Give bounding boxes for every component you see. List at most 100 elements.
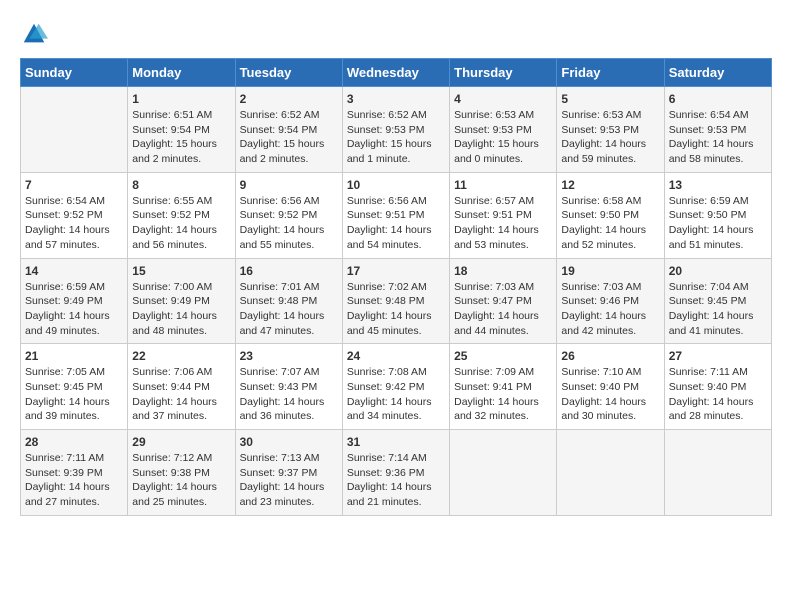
calendar-cell: 29Sunrise: 7:12 AMSunset: 9:38 PMDayligh… [128, 430, 235, 516]
day-detail: Sunrise: 6:53 AMSunset: 9:53 PMDaylight:… [561, 108, 659, 167]
day-of-week-header: Thursday [450, 59, 557, 87]
page-header [20, 20, 772, 48]
day-number: 2 [240, 92, 338, 106]
calendar-cell [664, 430, 771, 516]
calendar-body: 1 Sunrise: 6:51 AMSunset: 9:54 PMDaylight… [21, 87, 772, 516]
day-detail: Sunrise: 6:52 AMSunset: 9:53 PMDaylight:… [347, 108, 445, 167]
day-number: 9 [240, 178, 338, 192]
day-detail: Sunrise: 6:54 AMSunset: 9:52 PMDaylight:… [25, 194, 123, 253]
day-detail: Sunrise: 7:13 AMSunset: 9:37 PMDaylight:… [240, 451, 338, 510]
day-of-week-header: Saturday [664, 59, 771, 87]
day-detail: Sunrise: 6:51 AMSunset: 9:54 PMDaylight:… [132, 108, 230, 167]
day-detail: Sunrise: 6:59 AMSunset: 9:49 PMDaylight:… [25, 280, 123, 339]
day-number: 3 [347, 92, 445, 106]
day-number: 6 [669, 92, 767, 106]
calendar-cell: 16Sunrise: 7:01 AMSunset: 9:48 PMDayligh… [235, 258, 342, 344]
day-detail: Sunrise: 6:52 AMSunset: 9:54 PMDaylight:… [240, 108, 338, 167]
calendar-cell: 1 Sunrise: 6:51 AMSunset: 9:54 PMDaylight… [128, 87, 235, 173]
day-detail: Sunrise: 6:56 AMSunset: 9:51 PMDaylight:… [347, 194, 445, 253]
calendar-cell: 13Sunrise: 6:59 AMSunset: 9:50 PMDayligh… [664, 172, 771, 258]
day-number: 5 [561, 92, 659, 106]
day-detail: Sunrise: 7:12 AMSunset: 9:38 PMDaylight:… [132, 451, 230, 510]
calendar-cell: 15 Sunrise: 7:00 AMSunset: 9:49 PMDayligh… [128, 258, 235, 344]
day-number: 21 [25, 349, 123, 363]
day-number: 11 [454, 178, 552, 192]
calendar-cell: 12 Sunrise: 6:58 AMSunset: 9:50 PMDayligh… [557, 172, 664, 258]
header-row: SundayMondayTuesdayWednesdayThursdayFrid… [21, 59, 772, 87]
day-number: 26 [561, 349, 659, 363]
day-number: 8 [132, 178, 230, 192]
day-detail: Sunrise: 6:54 AMSunset: 9:53 PMDaylight:… [669, 108, 767, 167]
day-detail: Sunrise: 7:03 AMSunset: 9:47 PMDaylight:… [454, 280, 552, 339]
calendar-cell: 11 Sunrise: 6:57 AMSunset: 9:51 PMDayligh… [450, 172, 557, 258]
calendar-cell: 5 Sunrise: 6:53 AMSunset: 9:53 PMDaylight… [557, 87, 664, 173]
calendar-cell: 21 Sunrise: 7:05 AMSunset: 9:45 PMDayligh… [21, 344, 128, 430]
logo [20, 20, 52, 48]
day-detail: Sunrise: 7:03 AMSunset: 9:46 PMDaylight:… [561, 280, 659, 339]
calendar-cell: 14Sunrise: 6:59 AMSunset: 9:49 PMDayligh… [21, 258, 128, 344]
day-number: 7 [25, 178, 123, 192]
day-detail: Sunrise: 7:08 AMSunset: 9:42 PMDaylight:… [347, 365, 445, 424]
calendar-cell: 7 Sunrise: 6:54 AMSunset: 9:52 PMDaylight… [21, 172, 128, 258]
day-number: 16 [240, 264, 338, 278]
calendar-cell: 25 Sunrise: 7:09 AMSunset: 9:41 PMDayligh… [450, 344, 557, 430]
day-detail: Sunrise: 6:56 AMSunset: 9:52 PMDaylight:… [240, 194, 338, 253]
day-number: 1 [132, 92, 230, 106]
day-of-week-header: Tuesday [235, 59, 342, 87]
day-detail: Sunrise: 7:09 AMSunset: 9:41 PMDaylight:… [454, 365, 552, 424]
day-detail: Sunrise: 7:02 AMSunset: 9:48 PMDaylight:… [347, 280, 445, 339]
calendar-cell: 22 Sunrise: 7:06 AMSunset: 9:44 PMDayligh… [128, 344, 235, 430]
day-number: 19 [561, 264, 659, 278]
day-number: 23 [240, 349, 338, 363]
day-number: 12 [561, 178, 659, 192]
day-of-week-header: Friday [557, 59, 664, 87]
calendar-cell: 18 Sunrise: 7:03 AMSunset: 9:47 PMDayligh… [450, 258, 557, 344]
day-of-week-header: Monday [128, 59, 235, 87]
calendar-cell: 23 Sunrise: 7:07 AMSunset: 9:43 PMDayligh… [235, 344, 342, 430]
calendar-cell: 10Sunrise: 6:56 AMSunset: 9:51 PMDayligh… [342, 172, 449, 258]
calendar-cell: 2 Sunrise: 6:52 AMSunset: 9:54 PMDaylight… [235, 87, 342, 173]
day-detail: Sunrise: 7:05 AMSunset: 9:45 PMDaylight:… [25, 365, 123, 424]
calendar-cell: 20 Sunrise: 7:04 AMSunset: 9:45 PMDayligh… [664, 258, 771, 344]
day-number: 4 [454, 92, 552, 106]
calendar-table: SundayMondayTuesdayWednesdayThursdayFrid… [20, 58, 772, 516]
calendar-cell: 27 Sunrise: 7:11 AMSunset: 9:40 PMDayligh… [664, 344, 771, 430]
day-number: 15 [132, 264, 230, 278]
day-detail: Sunrise: 6:53 AMSunset: 9:53 PMDaylight:… [454, 108, 552, 167]
day-number: 18 [454, 264, 552, 278]
day-detail: Sunrise: 7:06 AMSunset: 9:44 PMDaylight:… [132, 365, 230, 424]
calendar-cell: 8Sunrise: 6:55 AMSunset: 9:52 PMDaylight… [128, 172, 235, 258]
calendar-cell [557, 430, 664, 516]
calendar-cell: 24 Sunrise: 7:08 AMSunset: 9:42 PMDayligh… [342, 344, 449, 430]
day-detail: Sunrise: 6:57 AMSunset: 9:51 PMDaylight:… [454, 194, 552, 253]
day-of-week-header: Sunday [21, 59, 128, 87]
day-detail: Sunrise: 7:07 AMSunset: 9:43 PMDaylight:… [240, 365, 338, 424]
calendar-cell: 17 Sunrise: 7:02 AMSunset: 9:48 PMDayligh… [342, 258, 449, 344]
day-detail: Sunrise: 7:11 AMSunset: 9:40 PMDaylight:… [669, 365, 767, 424]
calendar-week-row: 28Sunrise: 7:11 AMSunset: 9:39 PMDayligh… [21, 430, 772, 516]
day-detail: Sunrise: 7:14 AMSunset: 9:36 PMDaylight:… [347, 451, 445, 510]
day-number: 30 [240, 435, 338, 449]
day-detail: Sunrise: 7:00 AMSunset: 9:49 PMDaylight:… [132, 280, 230, 339]
day-number: 25 [454, 349, 552, 363]
day-number: 20 [669, 264, 767, 278]
calendar-week-row: 7 Sunrise: 6:54 AMSunset: 9:52 PMDaylight… [21, 172, 772, 258]
day-number: 17 [347, 264, 445, 278]
calendar-cell: 28Sunrise: 7:11 AMSunset: 9:39 PMDayligh… [21, 430, 128, 516]
calendar-cell: 9 Sunrise: 6:56 AMSunset: 9:52 PMDaylight… [235, 172, 342, 258]
day-detail: Sunrise: 6:58 AMSunset: 9:50 PMDaylight:… [561, 194, 659, 253]
day-number: 22 [132, 349, 230, 363]
day-detail: Sunrise: 7:04 AMSunset: 9:45 PMDaylight:… [669, 280, 767, 339]
day-number: 31 [347, 435, 445, 449]
calendar-cell [21, 87, 128, 173]
calendar-week-row: 1 Sunrise: 6:51 AMSunset: 9:54 PMDaylight… [21, 87, 772, 173]
calendar-cell: 31 Sunrise: 7:14 AMSunset: 9:36 PMDayligh… [342, 430, 449, 516]
day-detail: Sunrise: 7:11 AMSunset: 9:39 PMDaylight:… [25, 451, 123, 510]
day-number: 27 [669, 349, 767, 363]
calendar-cell: 26Sunrise: 7:10 AMSunset: 9:40 PMDayligh… [557, 344, 664, 430]
day-number: 24 [347, 349, 445, 363]
logo-icon [20, 20, 48, 48]
calendar-header: SundayMondayTuesdayWednesdayThursdayFrid… [21, 59, 772, 87]
day-detail: Sunrise: 6:59 AMSunset: 9:50 PMDaylight:… [669, 194, 767, 253]
day-of-week-header: Wednesday [342, 59, 449, 87]
